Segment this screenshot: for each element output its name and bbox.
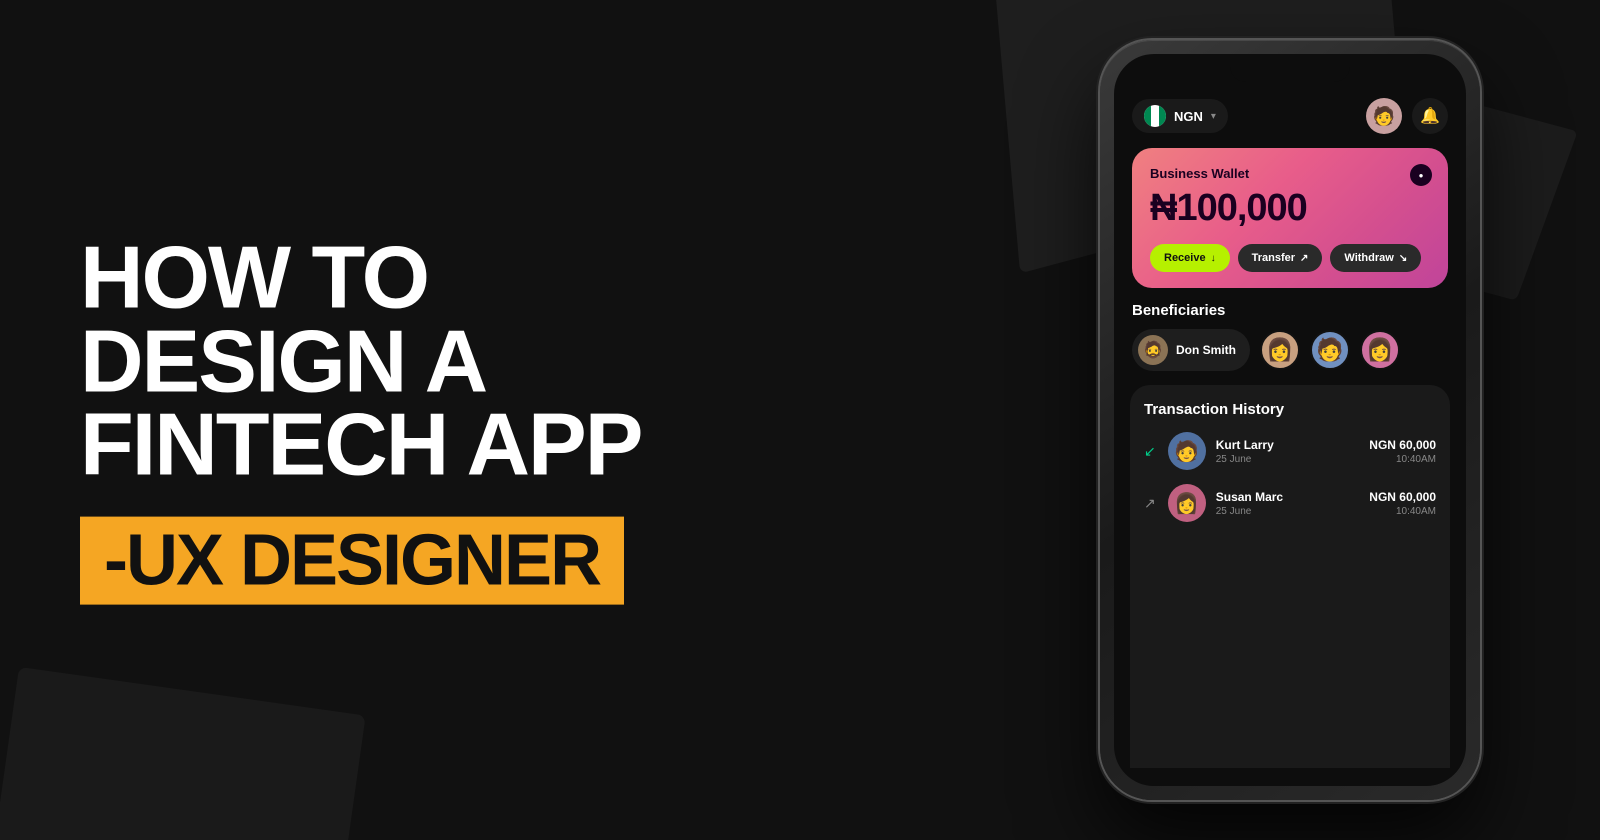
subtitle-banner: -UX DESIGNER (80, 516, 624, 604)
susan-marc-amount: NGN 60,000 (1369, 490, 1436, 504)
nigeria-flag-icon (1144, 105, 1166, 127)
don-smith-avatar-face: 🧔 (1138, 335, 1168, 365)
wallet-amount: ₦100,000 (1150, 187, 1430, 230)
susan-marc-time: 10:40AM (1369, 506, 1436, 517)
left-content-area: HOW TO DESIGN A FINTECH APP -UX DESIGNER (80, 236, 660, 605)
phone-screen: NGN ▾ 🧑 🔔 Business Wallet (1114, 54, 1466, 786)
phone-mockup: NGN ▾ 🧑 🔔 Business Wallet (1100, 40, 1480, 800)
susan-marc-avatar: 👩 (1168, 484, 1206, 522)
top-right-icons: 🧑 🔔 (1366, 98, 1448, 134)
top-bar: NGN ▾ 🧑 🔔 (1132, 94, 1448, 134)
transactions-section: Transaction History ↙ 🧑 Kurt Larry 25 Ju… (1130, 385, 1450, 768)
transaction-susan-marc[interactable]: ↗ 👩 Susan Marc 25 June NGN 60,000 10: (1144, 484, 1436, 522)
tx-info-1: Kurt Larry 25 June (1216, 438, 1274, 465)
beneficiary-4-face: 👩 (1362, 332, 1398, 368)
susan-marc-name: Susan Marc (1216, 490, 1283, 504)
tx-right-2: NGN 60,000 10:40AM (1369, 490, 1436, 517)
tx-right-1: NGN 60,000 10:40AM (1369, 438, 1436, 465)
wallet-actions: Receive ↓ Transfer ↗ Withdraw ↘ (1150, 244, 1430, 272)
beneficiary-4-avatar[interactable]: 👩 (1360, 330, 1400, 370)
receive-label: Receive (1164, 252, 1206, 264)
title-line2: FINTECH APP (80, 395, 641, 494)
wallet-card: Business Wallet ● ₦100,000 Receive ↓ Tra… (1132, 148, 1448, 288)
currency-code: NGN (1174, 109, 1203, 124)
beneficiary-don-smith[interactable]: 🧔 Don Smith (1132, 329, 1250, 371)
main-title: HOW TO DESIGN A FINTECH APP (80, 236, 660, 487)
beneficiaries-section: Beneficiaries 🧔 Don Smith 👩 (1132, 302, 1448, 371)
don-smith-avatar: 🧔 (1138, 335, 1168, 365)
notification-bell-button[interactable]: 🔔 (1412, 98, 1448, 134)
transactions-title: Transaction History (1144, 401, 1436, 418)
kurt-larry-date: 25 June (1216, 454, 1274, 465)
withdraw-label: Withdraw (1344, 252, 1393, 264)
beneficiary-3-face: 🧑 (1312, 332, 1348, 368)
phone-shell: NGN ▾ 🧑 🔔 Business Wallet (1100, 40, 1480, 800)
transfer-button[interactable]: Transfer ↗ (1238, 244, 1323, 272)
beneficiaries-title: Beneficiaries (1132, 302, 1448, 319)
transaction-kurt-larry[interactable]: ↙ 🧑 Kurt Larry 25 June NGN 60,000 10: (1144, 432, 1436, 470)
incoming-arrow-icon: ↙ (1144, 443, 1156, 460)
transfer-label: Transfer (1252, 252, 1295, 264)
kurt-larry-avatar: 🧑 (1168, 432, 1206, 470)
currency-selector[interactable]: NGN ▾ (1132, 99, 1228, 133)
receive-button[interactable]: Receive ↓ (1150, 244, 1230, 272)
beneficiary-3-avatar[interactable]: 🧑 (1310, 330, 1350, 370)
eye-icon[interactable]: ● (1410, 164, 1432, 186)
phone-notch (1230, 54, 1350, 82)
tx-info-2: Susan Marc 25 June (1216, 490, 1283, 517)
receive-icon: ↓ (1211, 253, 1216, 264)
wallet-label: Business Wallet (1150, 166, 1430, 181)
screen-content: NGN ▾ 🧑 🔔 Business Wallet (1114, 54, 1466, 786)
beneficiary-2-avatar[interactable]: 👩 (1260, 330, 1300, 370)
susan-marc-face: 👩 (1168, 484, 1206, 522)
user-avatar-face: 🧑 (1366, 98, 1402, 134)
chevron-down-icon: ▾ (1211, 111, 1216, 122)
title-line1: HOW TO DESIGN A (80, 228, 486, 411)
kurt-larry-name: Kurt Larry (1216, 438, 1274, 452)
outgoing-arrow-icon: ↗ (1144, 495, 1156, 512)
transfer-icon: ↗ (1300, 253, 1308, 264)
withdraw-button[interactable]: Withdraw ↘ (1330, 244, 1421, 272)
kurt-larry-amount: NGN 60,000 (1369, 438, 1436, 452)
don-smith-name: Don Smith (1176, 343, 1236, 357)
tx-left-1: ↙ 🧑 Kurt Larry 25 June (1144, 432, 1274, 470)
bell-icon: 🔔 (1420, 106, 1440, 126)
withdraw-icon: ↘ (1399, 253, 1407, 264)
susan-marc-date: 25 June (1216, 506, 1283, 517)
user-avatar[interactable]: 🧑 (1366, 98, 1402, 134)
beneficiary-2-face: 👩 (1262, 332, 1298, 368)
beneficiaries-row: 🧔 Don Smith 👩 🧑 👩 (1132, 329, 1448, 371)
subtitle-text: -UX DESIGNER (104, 520, 600, 600)
tx-left-2: ↗ 👩 Susan Marc 25 June (1144, 484, 1283, 522)
kurt-larry-time: 10:40AM (1369, 454, 1436, 465)
kurt-larry-face: 🧑 (1168, 432, 1206, 470)
